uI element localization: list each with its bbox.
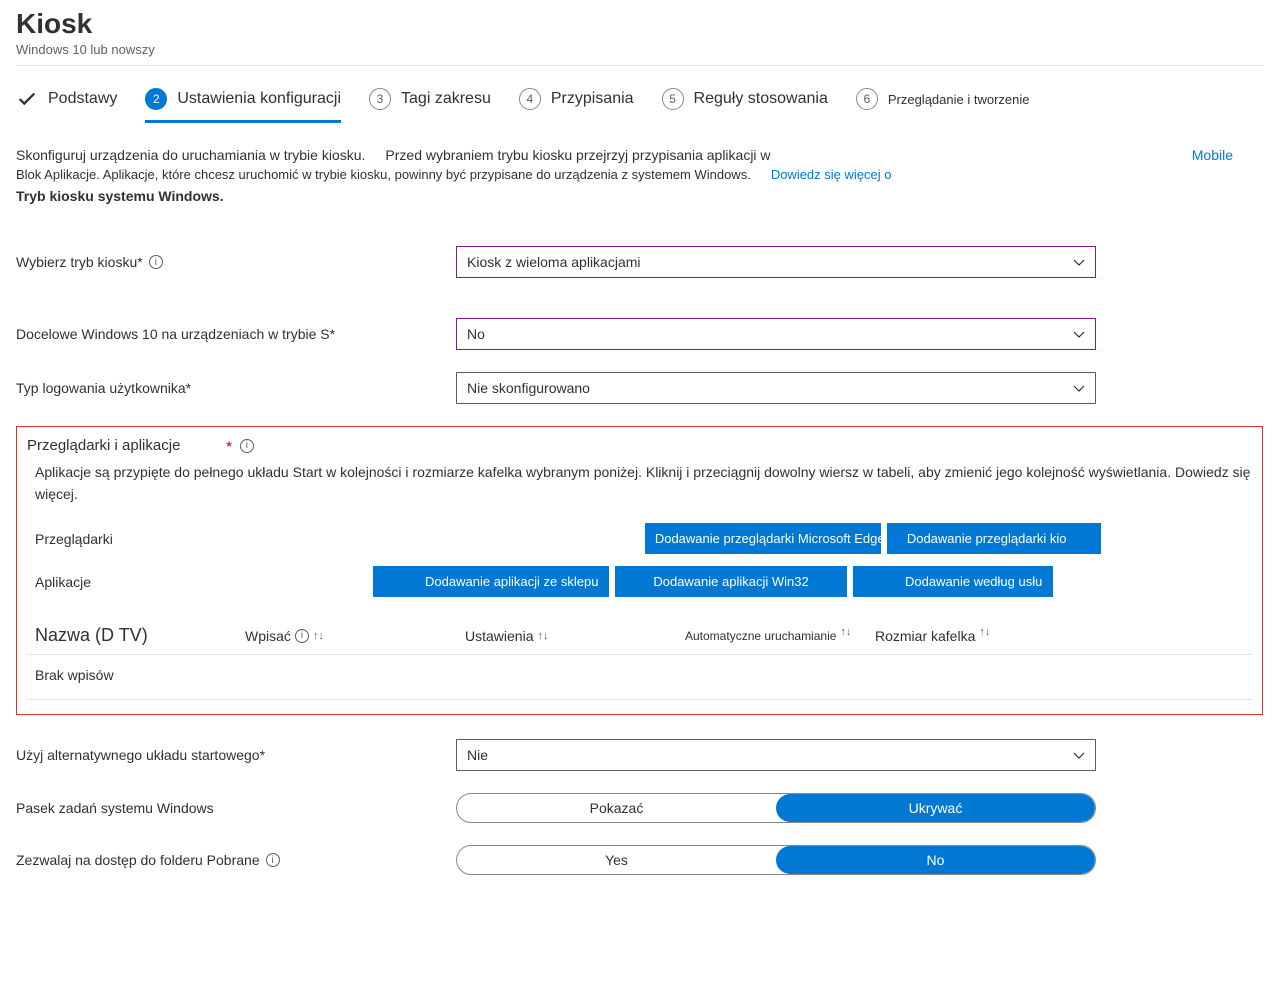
col-name[interactable]: Nazwa (D TV) <box>35 625 245 646</box>
step-number: 3 <box>369 88 391 110</box>
browsers-buttons-row: Przeglądarki Dodawanie przeglądarki Micr… <box>27 523 1252 554</box>
apps-label: Aplikacje <box>35 574 91 590</box>
alt-layout-select[interactable]: Nie <box>456 739 1096 771</box>
wizard-tabs: Podstawy 2 Ustawienia konfiguracji 3 Tag… <box>16 84 1263 123</box>
alt-layout-label: Użyj alternatywnego układu startowego* <box>16 747 265 763</box>
apps-table-header: Nazwa (D TV) Wpisać i ↑↓ Ustawienia ↑↓ A… <box>27 617 1252 655</box>
col-label: Nazwa (D TV) <box>35 625 148 646</box>
tab-label: Podstawy <box>48 90 117 108</box>
row-kiosk-mode: Wybierz tryb kiosku* i Kiosk z wieloma a… <box>16 246 1263 278</box>
add-edge-button[interactable]: Dodawanie przeglądarki Microsoft Edge <box>645 523 881 554</box>
intro-text: Blok Aplikacje. Aplikacje, które chcesz … <box>16 167 751 182</box>
taskbar-hide-option[interactable]: Ukrywać <box>776 794 1095 822</box>
browsers-label: Przeglądarki <box>35 531 113 547</box>
add-win32-app-button[interactable]: Dodawanie aplikacji Win32 <box>615 566 847 597</box>
intro-line-2: Blok Aplikacje. Aplikacje, które chcesz … <box>16 167 1263 182</box>
tab-assignments[interactable]: 4 Przypisania <box>519 84 634 123</box>
select-value: No <box>467 326 485 342</box>
tab-applicability-rules[interactable]: 5 Reguły stosowania <box>662 84 828 123</box>
downloads-toggle: Yes No <box>456 845 1096 875</box>
sort-icon: ↑↓ <box>313 630 324 642</box>
tab-config-settings[interactable]: 2 Ustawienia konfiguracji <box>145 84 341 123</box>
row-logon-type: Typ logowania użytkownika* Nie skonfigur… <box>16 372 1263 404</box>
row-downloads: Zezwalaj na dostęp do folderu Pobrane i … <box>16 845 1263 875</box>
taskbar-toggle: Pokazać Ukrywać <box>456 793 1096 823</box>
intro-bold: Tryb kiosku systemu Windows. <box>16 188 1263 204</box>
intro-line-1: Skonfiguruj urządzenia do uruchamiania w… <box>16 147 1263 163</box>
tab-label: Przeglądanie i tworzenie <box>888 92 1030 107</box>
col-settings[interactable]: Ustawienia ↑↓ <box>465 628 685 644</box>
col-label: Wpisać <box>245 628 291 644</box>
select-value: Kiosk z wieloma aplikacjami <box>467 254 641 270</box>
mobile-link[interactable]: Mobile <box>1192 147 1233 163</box>
section-title: Przeglądarki i aplikacje <box>27 437 180 454</box>
taskbar-show-option[interactable]: Pokazać <box>457 794 776 822</box>
col-autolaunch[interactable]: Automatyczne uruchamianie ↑↓ <box>685 629 875 643</box>
add-store-app-button[interactable]: Dodawanie aplikacji ze sklepu <box>373 566 609 597</box>
add-by-aumid-button[interactable]: Dodawanie według usłu <box>853 566 1053 597</box>
add-kiosk-browser-button[interactable]: Dodawanie przeglądarki kio <box>887 523 1101 554</box>
chevron-down-icon <box>1073 256 1085 268</box>
sort-icon: ↑↓ <box>979 626 990 638</box>
learn-more-link[interactable]: Dowiedz się więcej o <box>771 167 892 182</box>
target-label: Docelowe Windows 10 na urządzeniach w tr… <box>16 326 335 342</box>
intro-text: Skonfiguruj urządzenia do uruchamiania w… <box>16 147 365 163</box>
col-tile-size[interactable]: Rozmiar kafelka ↑↓ <box>875 628 1035 644</box>
kiosk-mode-label: Wybierz tryb kiosku* <box>16 254 143 270</box>
checkmark-icon <box>16 88 38 110</box>
target-select[interactable]: No <box>456 318 1096 350</box>
page-subtitle: Windows 10 lub nowszy <box>16 42 1263 57</box>
info-icon[interactable]: i <box>266 853 280 867</box>
chevron-down-icon <box>1073 749 1085 761</box>
taskbar-label: Pasek zadań systemu Windows <box>16 800 214 816</box>
select-value: Nie skonfigurowano <box>467 380 590 396</box>
col-label: Ustawienia <box>465 628 533 644</box>
info-icon[interactable]: i <box>149 255 163 269</box>
row-taskbar: Pasek zadań systemu Windows Pokazać Ukry… <box>16 793 1263 823</box>
downloads-yes-option[interactable]: Yes <box>457 846 776 874</box>
select-value: Nie <box>467 747 488 763</box>
page-header: Kiosk Windows 10 lub nowszy <box>16 8 1263 66</box>
info-icon[interactable]: i <box>240 439 254 453</box>
page-title: Kiosk <box>16 8 1263 40</box>
browsers-apps-section: Przeglądarki i aplikacje * i Aplikacje s… <box>16 426 1263 715</box>
step-number: 6 <box>856 88 878 110</box>
tab-scope-tags[interactable]: 3 Tagi zakresu <box>369 84 491 123</box>
required-star: * <box>226 438 231 454</box>
col-label: Automatyczne uruchamianie <box>685 629 836 643</box>
sort-icon: ↑↓ <box>840 626 851 638</box>
info-icon: i <box>295 629 309 643</box>
row-alt-layout: Użyj alternatywnego układu startowego* N… <box>16 739 1263 771</box>
tab-label: Tagi zakresu <box>401 90 491 108</box>
col-label: Rozmiar kafelka <box>875 628 975 644</box>
tab-label: Przypisania <box>551 90 634 108</box>
step-number: 5 <box>662 88 684 110</box>
downloads-label: Zezwalaj na dostęp do folderu Pobrane <box>16 852 260 868</box>
step-number: 4 <box>519 88 541 110</box>
tab-label: Ustawienia konfiguracji <box>177 90 341 108</box>
table-empty-row: Brak wpisów <box>27 655 1252 700</box>
apps-buttons-row: Aplikacje Dodawanie aplikacji ze sklepu … <box>27 566 1252 597</box>
downloads-no-option[interactable]: No <box>776 846 1095 874</box>
logon-select[interactable]: Nie skonfigurowano <box>456 372 1096 404</box>
tab-basics[interactable]: Podstawy <box>16 84 117 123</box>
logon-label: Typ logowania użytkownika* <box>16 380 191 396</box>
chevron-down-icon <box>1073 328 1085 340</box>
row-target-windows: Docelowe Windows 10 na urządzeniach w tr… <box>16 318 1263 350</box>
section-description: Aplikacje są przypięte do pełnego układu… <box>27 462 1252 505</box>
intro-text: Przed wybraniem trybu kiosku przejrzyj p… <box>385 147 770 163</box>
step-number: 2 <box>145 88 167 110</box>
chevron-down-icon <box>1073 382 1085 394</box>
tab-label: Reguły stosowania <box>694 90 828 108</box>
kiosk-mode-select[interactable]: Kiosk z wieloma aplikacjami <box>456 246 1096 278</box>
col-type[interactable]: Wpisać i ↑↓ <box>245 628 465 644</box>
tab-review-create[interactable]: 6 Przeglądanie i tworzenie <box>856 84 1030 123</box>
sort-icon: ↑↓ <box>537 630 548 642</box>
